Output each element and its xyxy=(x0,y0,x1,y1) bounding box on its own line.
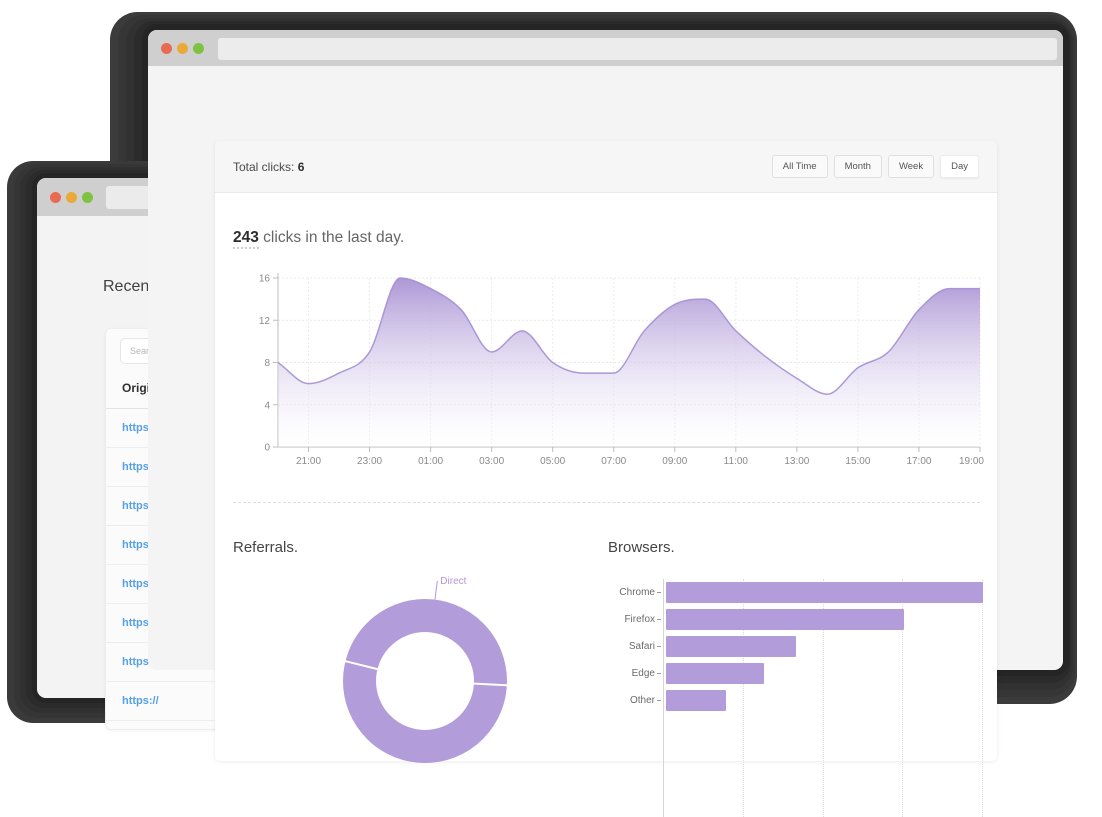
traffic-lights xyxy=(50,192,93,203)
bar xyxy=(666,663,764,684)
minimize-icon[interactable] xyxy=(66,192,77,203)
bar-row-edge: Edge xyxy=(555,660,982,687)
svg-text:09:00: 09:00 xyxy=(662,456,687,467)
svg-text:15:00: 15:00 xyxy=(845,456,870,467)
svg-text:17:00: 17:00 xyxy=(906,456,931,467)
main-window-content: Total clicks: 6 All TimeMonthWeekDay 243… xyxy=(148,66,1063,670)
original-url-link[interactable]: https:// xyxy=(122,695,159,707)
donut-segment-label: Direct xyxy=(440,576,466,587)
svg-text:13:00: 13:00 xyxy=(784,456,809,467)
clicks-headline: 243 clicks in the last day. xyxy=(233,229,404,247)
recent-links-heading: Recent xyxy=(103,278,154,296)
referrals-section-title: Referrals. xyxy=(233,539,298,556)
axis-tick xyxy=(657,700,661,701)
bar xyxy=(666,636,796,657)
close-icon[interactable] xyxy=(161,43,172,54)
bar-label: Safari xyxy=(555,641,655,652)
svg-text:0: 0 xyxy=(264,443,270,454)
bar-row-other: Other xyxy=(555,687,982,714)
browsers-section-title: Browsers. xyxy=(608,539,675,556)
svg-text:19:00: 19:00 xyxy=(959,456,984,467)
titlebar[interactable] xyxy=(148,30,1063,66)
close-icon[interactable] xyxy=(50,192,61,203)
bar-track xyxy=(665,609,982,630)
svg-text:03:00: 03:00 xyxy=(479,456,504,467)
filter-button-week[interactable]: Week xyxy=(888,155,934,179)
svg-text:4: 4 xyxy=(264,400,270,411)
url-bar[interactable] xyxy=(218,38,1057,60)
maximize-icon[interactable] xyxy=(82,192,93,203)
browsers-bar-chart: Chrome Firefox Safari Edge Other xyxy=(555,579,982,817)
analytics-card: Total clicks: 6 All TimeMonthWeekDay 243… xyxy=(215,141,997,761)
filter-button-month[interactable]: Month xyxy=(834,155,882,179)
axis-tick xyxy=(657,673,661,674)
total-clicks-value: 6 xyxy=(298,160,305,174)
filter-button-all-time[interactable]: All Time xyxy=(772,155,828,179)
gridline xyxy=(982,579,983,817)
bar xyxy=(666,690,726,711)
referrals-donut-chart: Direct xyxy=(275,571,595,817)
axis-tick xyxy=(657,619,661,620)
bar-track xyxy=(665,636,982,657)
axis-tick xyxy=(657,646,661,647)
bar-chart-rows: Chrome Firefox Safari Edge Other xyxy=(555,579,982,714)
svg-text:16: 16 xyxy=(259,274,271,285)
filter-button-day[interactable]: Day xyxy=(940,155,979,179)
time-range-filters: All TimeMonthWeekDay xyxy=(772,155,979,179)
clicks-count: 243 xyxy=(233,229,259,249)
bar-label: Other xyxy=(555,695,655,706)
svg-text:07:00: 07:00 xyxy=(601,456,626,467)
bar-track xyxy=(665,582,982,603)
maximize-icon[interactable] xyxy=(193,43,204,54)
card-header: Total clicks: 6 All TimeMonthWeekDay xyxy=(215,141,997,193)
bar-row-chrome: Chrome xyxy=(555,579,982,606)
svg-text:01:00: 01:00 xyxy=(418,456,443,467)
bar-track xyxy=(665,663,982,684)
bar xyxy=(666,582,983,603)
svg-text:21:00: 21:00 xyxy=(296,456,321,467)
divider xyxy=(233,502,980,503)
bar-row-safari: Safari xyxy=(555,633,982,660)
bar-track xyxy=(665,690,982,711)
axis-tick xyxy=(657,592,661,593)
bar-label: Edge xyxy=(555,668,655,679)
bar-row-firefox: Firefox xyxy=(555,606,982,633)
total-clicks-label: Total clicks: 6 xyxy=(233,160,304,174)
minimize-icon[interactable] xyxy=(177,43,188,54)
svg-text:23:00: 23:00 xyxy=(357,456,382,467)
bar xyxy=(666,609,904,630)
svg-text:11:00: 11:00 xyxy=(724,456,749,467)
svg-text:8: 8 xyxy=(264,358,270,369)
bar-label: Chrome xyxy=(555,587,655,598)
clicks-area-chart: 0 4 8 12 16 21:00 23:00 01:00 03:00 05:00 07:00 09:… xyxy=(215,251,997,491)
svg-text:05:00: 05:00 xyxy=(540,456,565,467)
bar-label: Firefox xyxy=(555,614,655,625)
traffic-lights xyxy=(161,43,204,54)
main-browser-window: Total clicks: 6 All TimeMonthWeekDay 243… xyxy=(148,30,1063,670)
svg-text:12: 12 xyxy=(259,316,271,327)
